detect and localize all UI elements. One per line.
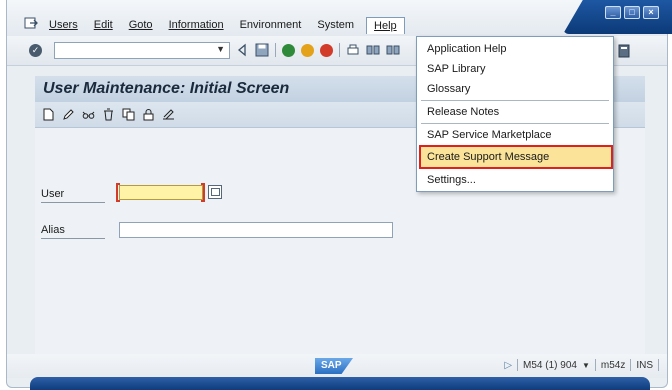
window-bottom-frame	[30, 377, 650, 390]
status-bar: SAP ▷ M54 (1) 904 ▼ m54z INS	[7, 354, 667, 378]
alias-label: Alias	[41, 224, 105, 239]
menu-information[interactable]: Information	[161, 17, 232, 34]
page-title: User Maintenance: Initial Screen	[43, 80, 290, 97]
enter-checkmark-icon[interactable]: ✓	[29, 44, 42, 57]
menu-help[interactable]: Help	[366, 17, 405, 34]
menu-bar: Users Edit Goto Information Environment …	[7, 0, 672, 36]
menu-item-glossary[interactable]: Glossary	[417, 80, 613, 98]
status-separator	[517, 359, 519, 371]
menu-item-release-notes[interactable]: Release Notes	[417, 103, 613, 121]
system-info: ▷ M54 (1) 904 ▼ m54z INS	[504, 359, 659, 371]
back-icon[interactable]	[282, 43, 295, 57]
alias-input[interactable]	[119, 222, 393, 238]
toolbar-separator	[275, 43, 276, 57]
display-glasses-icon[interactable]	[82, 108, 95, 121]
server-name: m54z	[600, 359, 626, 371]
menu-item-settings[interactable]: Settings...	[417, 171, 613, 189]
toolbar-separator	[339, 43, 340, 57]
collapse-triangle-icon[interactable]	[235, 43, 249, 57]
create-document-icon[interactable]	[42, 108, 55, 121]
save-icon[interactable]	[255, 43, 269, 57]
user-input[interactable]	[119, 185, 203, 200]
required-marker	[201, 183, 205, 202]
toolbar-icons	[235, 43, 400, 57]
user-label: User	[41, 188, 105, 203]
find-icon[interactable]	[366, 43, 380, 57]
copy-icon[interactable]	[122, 108, 135, 121]
menu-item-application-help[interactable]: Application Help	[417, 40, 613, 58]
minimize-icon[interactable]: _	[605, 6, 621, 19]
status-separator	[658, 359, 659, 371]
cancel-icon[interactable]	[320, 43, 333, 57]
menu-users[interactable]: Users	[41, 17, 86, 34]
print-icon[interactable]	[346, 43, 360, 57]
menu-environment[interactable]: Environment	[232, 17, 310, 34]
menu-system[interactable]: System	[309, 17, 362, 34]
value-help-icon[interactable]	[208, 185, 222, 199]
play-triangle-icon[interactable]: ▷	[504, 360, 512, 371]
menu-item-sap-service-marketplace[interactable]: SAP Service Marketplace	[417, 126, 613, 144]
chevron-down-icon[interactable]: ▼	[582, 361, 590, 370]
menu-separator	[421, 123, 609, 124]
pencil-edit-icon[interactable]	[62, 108, 75, 121]
sap-logo: SAP	[315, 358, 353, 374]
command-field[interactable]: ▼	[54, 42, 230, 59]
help-doc-icon[interactable]	[618, 44, 630, 58]
maximize-icon[interactable]: □	[624, 6, 640, 19]
delete-trash-icon[interactable]	[102, 108, 115, 121]
input-mode[interactable]: INS	[636, 360, 653, 371]
close-icon[interactable]: ×	[643, 6, 659, 19]
exit-icon[interactable]	[301, 43, 314, 57]
change-password-icon[interactable]	[162, 108, 175, 121]
menu-edit[interactable]: Edit	[86, 17, 121, 34]
help-dropdown-menu: Application Help SAP Library Glossary Re…	[416, 36, 614, 192]
menu-goto[interactable]: Goto	[121, 17, 161, 34]
menu-item-sap-library[interactable]: SAP Library	[417, 60, 613, 78]
status-separator	[630, 359, 632, 371]
status-separator	[594, 359, 596, 371]
menu-item-create-support-message[interactable]: Create Support Message	[417, 148, 613, 166]
menu-separator	[421, 100, 609, 101]
find-next-icon[interactable]	[386, 43, 400, 57]
lock-icon[interactable]	[142, 108, 155, 121]
window-controls: _ □ ×	[563, 0, 672, 34]
system-id[interactable]: M54 (1) 904	[523, 360, 577, 371]
chevron-down-icon[interactable]: ▼	[216, 44, 225, 54]
